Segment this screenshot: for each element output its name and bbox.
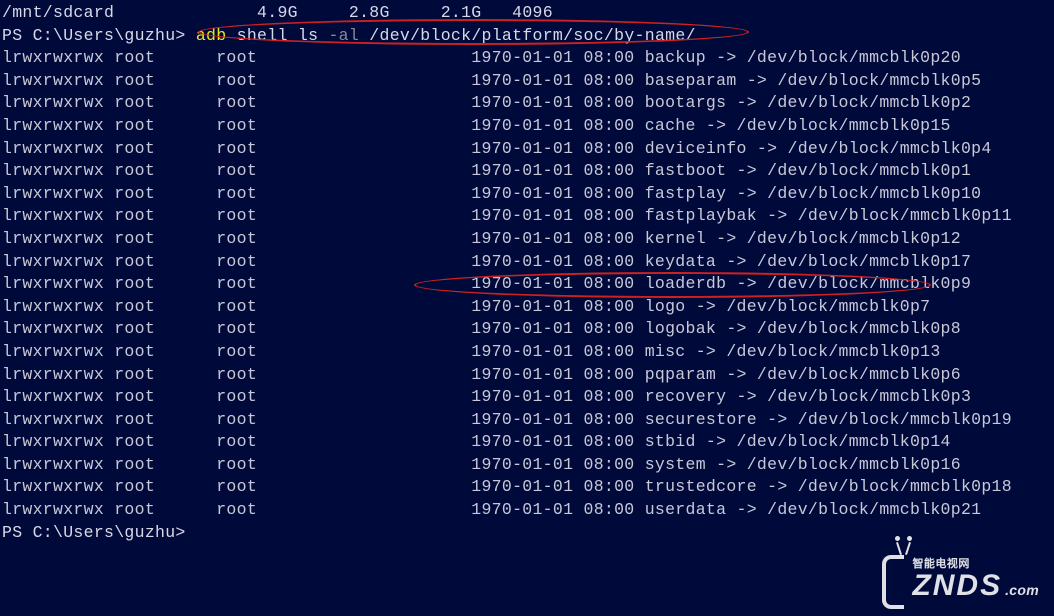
cmd-path: /dev/block/platform/soc/by-name/	[369, 26, 695, 45]
listing-row: lrwxrwxrwx root root 1970-01-01 08:00 ke…	[2, 228, 1052, 251]
watermark: 智能电视网 ZNDS.com	[882, 555, 1039, 601]
terminal-output[interactable]: /mnt/sdcard 4.9G 2.8G 2.1G 4096 PS C:\Us…	[0, 0, 1054, 546]
listing-row: lrwxrwxrwx root root 1970-01-01 08:00 tr…	[2, 476, 1052, 499]
listing-row: lrwxrwxrwx root root 1970-01-01 08:00 ba…	[2, 70, 1052, 93]
listing-row: lrwxrwxrwx root root 1970-01-01 08:00 de…	[2, 138, 1052, 161]
cmd-adb: adb	[196, 26, 227, 45]
used-col: 2.8G	[349, 3, 390, 22]
listing-row: lrwxrwxrwx root root 1970-01-01 08:00 fa…	[2, 160, 1052, 183]
listing-row: lrwxrwxrwx root root 1970-01-01 08:00 re…	[2, 386, 1052, 409]
df-row: /mnt/sdcard 4.9G 2.8G 2.1G 4096	[2, 2, 1052, 25]
listing-row: lrwxrwxrwx root root 1970-01-01 08:00 st…	[2, 431, 1052, 454]
end-prompt: PS C:\Users\guzhu>	[2, 523, 186, 542]
listing-row: lrwxrwxrwx root root 1970-01-01 08:00 fa…	[2, 183, 1052, 206]
listing-row: lrwxrwxrwx root root 1970-01-01 08:00 ke…	[2, 251, 1052, 274]
listing-row: lrwxrwxrwx root root 1970-01-01 08:00 mi…	[2, 341, 1052, 364]
avail-col: 2.1G	[441, 3, 482, 22]
listing-row: lrwxrwxrwx root root 1970-01-01 08:00 bo…	[2, 92, 1052, 115]
listing-row: lrwxrwxrwx root root 1970-01-01 08:00 lo…	[2, 296, 1052, 319]
prompt: PS C:\Users\guzhu>	[2, 26, 186, 45]
listing-row: lrwxrwxrwx root root 1970-01-01 08:00 sy…	[2, 454, 1052, 477]
listing-row: lrwxrwxrwx root root 1970-01-01 08:00 ba…	[2, 47, 1052, 70]
watermark-brand: ZNDS	[912, 571, 1002, 601]
listing-row: lrwxrwxrwx root root 1970-01-01 08:00 fa…	[2, 205, 1052, 228]
watermark-suffix: .com	[1002, 582, 1039, 598]
listing-row: lrwxrwxrwx root root 1970-01-01 08:00 us…	[2, 499, 1052, 522]
listing-row: lrwxrwxrwx root root 1970-01-01 08:00 se…	[2, 409, 1052, 432]
listing-row: lrwxrwxrwx root root 1970-01-01 08:00 lo…	[2, 318, 1052, 341]
command-line: PS C:\Users\guzhu> adb shell ls -al /dev…	[2, 25, 1052, 48]
end-prompt-line: PS C:\Users\guzhu>	[2, 522, 1052, 545]
mount-path: /mnt/sdcard	[2, 3, 114, 22]
size-col: 4.9G	[257, 3, 298, 22]
listing-row: lrwxrwxrwx root root 1970-01-01 08:00 pq…	[2, 364, 1052, 387]
listing-row: lrwxrwxrwx root root 1970-01-01 08:00 ca…	[2, 115, 1052, 138]
cmd-flag: -al	[328, 26, 359, 45]
cmd-shell-ls: shell ls	[237, 26, 319, 45]
block-col: 4096	[512, 3, 553, 22]
watermark-bracket-icon	[882, 555, 904, 609]
listing-rows: lrwxrwxrwx root root 1970-01-01 08:00 ba…	[2, 47, 1052, 521]
listing-row: lrwxrwxrwx root root 1970-01-01 08:00 lo…	[2, 273, 1052, 296]
